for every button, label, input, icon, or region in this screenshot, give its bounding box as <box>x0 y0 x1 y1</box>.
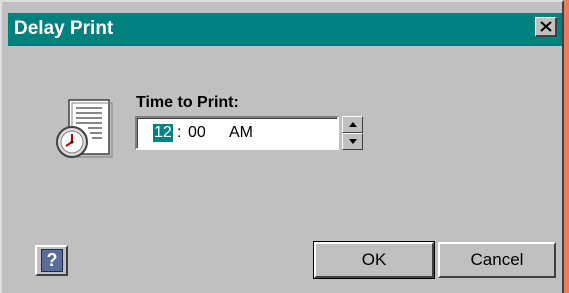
close-button[interactable] <box>535 17 557 37</box>
help-icon: ? <box>41 249 63 272</box>
ok-button[interactable]: OK <box>313 241 435 279</box>
time-spinner <box>342 116 363 150</box>
cancel-button[interactable]: Cancel <box>438 242 556 278</box>
help-button[interactable]: ? <box>35 245 68 276</box>
close-x-icon <box>540 21 552 32</box>
time-to-print-label: Time to Print: <box>136 94 239 111</box>
arrow-down-icon <box>349 139 357 144</box>
title-bar[interactable]: Delay Print <box>8 13 562 46</box>
delay-print-dialog: Delay Print Time to Print: 12 : 00 AM ? … <box>0 0 564 293</box>
hour-segment[interactable]: 12 <box>153 124 173 142</box>
clock-document-icon <box>52 96 116 166</box>
spin-up-button[interactable] <box>342 116 363 133</box>
ampm-segment[interactable]: AM <box>229 124 253 142</box>
arrow-up-icon <box>349 122 357 127</box>
time-separator: : <box>177 124 182 141</box>
spin-down-button[interactable] <box>342 133 363 150</box>
minute-segment[interactable]: 00 <box>188 124 206 142</box>
time-input[interactable]: 12 : 00 AM <box>135 116 339 150</box>
dialog-title: Delay Print <box>14 18 114 39</box>
